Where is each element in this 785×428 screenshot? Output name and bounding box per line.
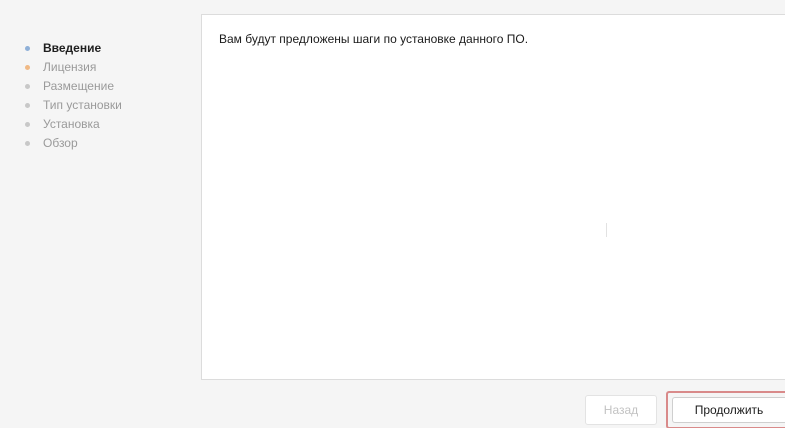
installer-window: Введение Лицензия Размещение Тип установ… bbox=[0, 0, 785, 428]
step-label: Введение bbox=[43, 41, 102, 55]
step-bullet-icon bbox=[25, 84, 30, 89]
step-summary: Обзор bbox=[0, 134, 122, 153]
content-panel: Вам будут предложены шаги по установке д… bbox=[201, 14, 785, 380]
step-bullet-icon bbox=[25, 141, 30, 146]
step-license: Лицензия bbox=[0, 58, 122, 77]
step-destination: Размещение bbox=[0, 77, 122, 96]
steps-list: Введение Лицензия Размещение Тип установ… bbox=[0, 39, 122, 153]
continue-button-label: Продолжить bbox=[672, 397, 785, 423]
step-label: Размещение bbox=[43, 79, 114, 93]
steps-sidebar: Введение Лицензия Размещение Тип установ… bbox=[0, 0, 200, 428]
step-bullet-icon bbox=[25, 65, 30, 70]
step-bullet-icon bbox=[25, 46, 30, 51]
step-label: Лицензия bbox=[43, 60, 97, 74]
step-installation: Установка bbox=[0, 115, 122, 134]
step-introduction: Введение bbox=[0, 39, 122, 58]
intro-text: Вам будут предложены шаги по установке д… bbox=[219, 32, 529, 46]
step-label: Установка bbox=[43, 117, 100, 131]
text-cursor-mark bbox=[606, 223, 607, 237]
step-bullet-icon bbox=[25, 103, 30, 108]
continue-button[interactable]: Продолжить bbox=[666, 391, 785, 428]
step-label: Обзор bbox=[43, 136, 78, 150]
step-label: Тип установки bbox=[43, 98, 122, 112]
step-installation-type: Тип установки bbox=[0, 96, 122, 115]
step-bullet-icon bbox=[25, 122, 30, 127]
back-button[interactable]: Назад bbox=[585, 395, 657, 425]
